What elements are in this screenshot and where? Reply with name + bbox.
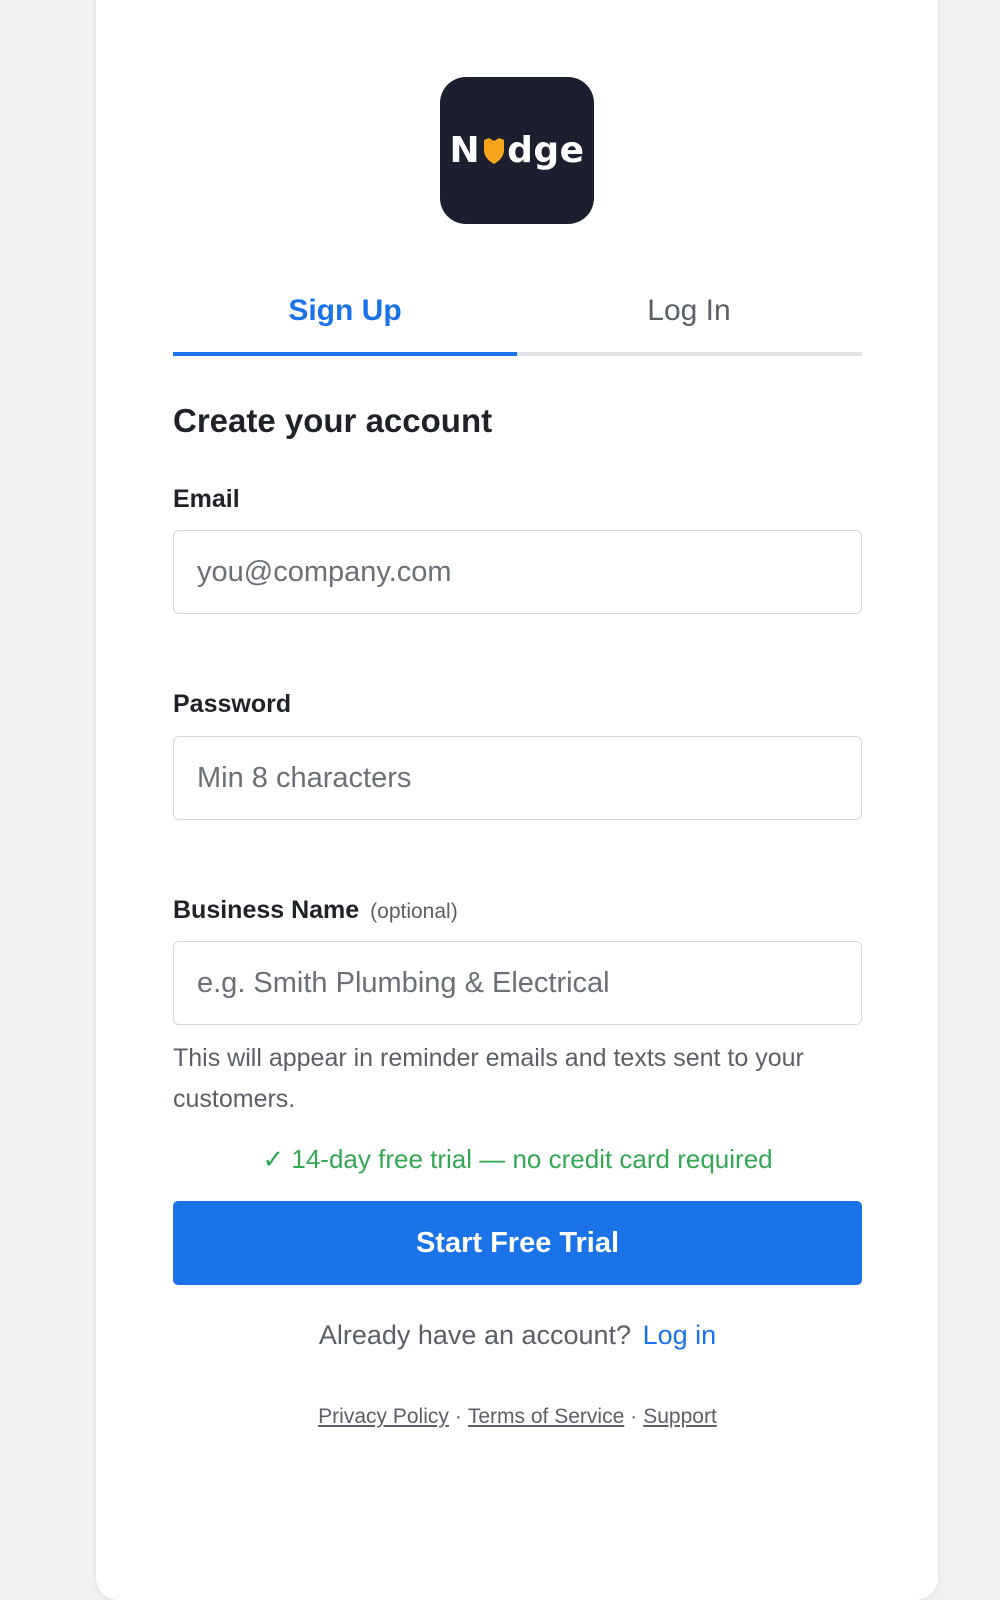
- login-link[interactable]: Log in: [643, 1320, 717, 1350]
- footer-links: Privacy Policy · Terms of Service · Support: [173, 1405, 862, 1429]
- brand-logo: N dge: [440, 77, 594, 224]
- password-label: Password: [173, 690, 292, 718]
- tab-sign-up[interactable]: Sign Up: [173, 284, 517, 353]
- tab-log-in[interactable]: Log In: [517, 284, 861, 353]
- login-prompt-text: Already have an account?: [318, 1320, 632, 1350]
- trial-note: ✓ 14-day free trial — no credit card req…: [262, 1144, 773, 1174]
- footer-separator: ·: [454, 1405, 462, 1428]
- optional-tag: (optional): [370, 900, 458, 923]
- footer-separator: ·: [630, 1405, 638, 1428]
- start-free-trial-button[interactable]: Start Free Trial: [173, 1201, 862, 1285]
- shield-icon: [484, 137, 505, 164]
- password-field[interactable]: [173, 736, 862, 820]
- logo-wordmark: N dge: [449, 129, 585, 171]
- business-name-label: Business Name (optional): [173, 896, 458, 925]
- logo-text-left: N: [449, 129, 481, 171]
- login-prompt: Already have an account? Log in: [173, 1320, 862, 1351]
- email-field[interactable]: [173, 530, 862, 614]
- business-name-hint: This will appear in reminder emails and …: [173, 1044, 804, 1113]
- form-title: Create your account: [173, 402, 493, 439]
- terms-of-service-link[interactable]: Terms of Service: [468, 1405, 624, 1428]
- logo-text-right: dge: [507, 129, 585, 171]
- support-link[interactable]: Support: [643, 1405, 717, 1428]
- privacy-policy-link[interactable]: Privacy Policy: [318, 1405, 449, 1428]
- business-name-field[interactable]: [173, 941, 862, 1025]
- active-tab-indicator: [173, 352, 517, 356]
- business-name-label-text: Business Name: [173, 896, 360, 924]
- email-label: Email: [173, 485, 240, 513]
- auth-tabs: Sign Up Log In: [173, 284, 862, 356]
